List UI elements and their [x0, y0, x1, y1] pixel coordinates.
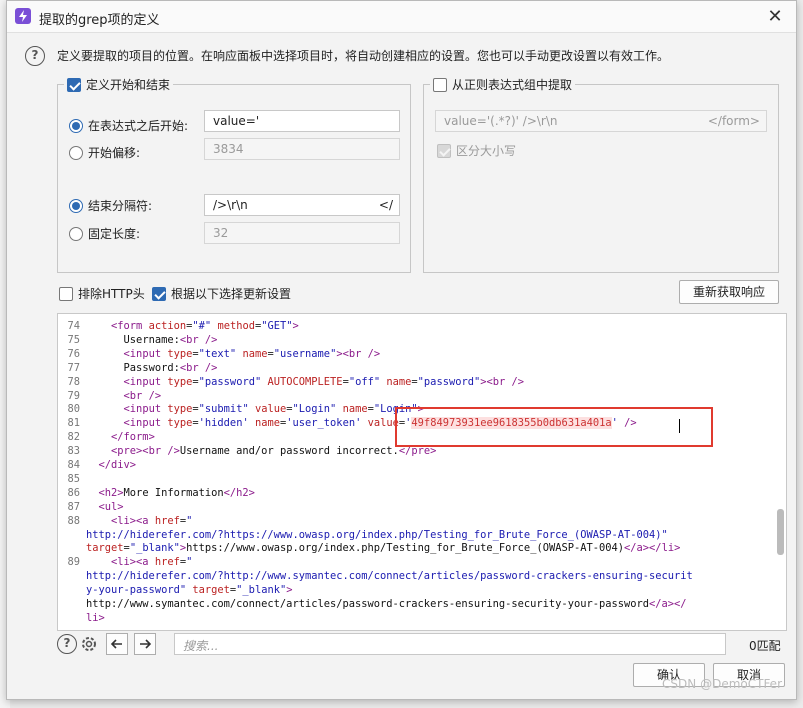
code-text: <form action="#" method="GET">	[111, 320, 299, 332]
code-text: <h2>More Information</h2>	[98, 486, 255, 499]
start-offset-input[interactable]: 3834	[204, 138, 400, 160]
code-text: <li><a href="	[111, 556, 193, 569]
after-expr-label: 在表达式之后开始:	[88, 119, 189, 133]
update-config-row[interactable]: 根据以下选择更新设置	[152, 285, 291, 302]
code-text: <input type="text" name="username"><br /…	[123, 347, 381, 360]
grep-extract-dialog: 提取的grep项的定义 ✕ ? 定义要提取的项目的位置。在响应面板中选择项目时，…	[6, 0, 797, 700]
code-text: <pre><br />Username and/or password inco…	[111, 445, 437, 458]
end-delim-value-overflow: </	[378, 198, 393, 212]
line-number: 74	[67, 320, 80, 332]
code-text: http://hiderefer.com/?http://www.symante…	[86, 570, 693, 583]
regex-group-header[interactable]: 从正则表达式组中提取	[430, 76, 576, 93]
end-delim-input[interactable]: />\r\n </	[204, 194, 400, 216]
code-text: <input type="password" AUTOCOMPLETE="off…	[123, 375, 525, 388]
regex-label: 从正则表达式组中提取	[452, 78, 573, 92]
help-icon[interactable]: ?	[25, 46, 45, 66]
end-delim-label: 结束分隔符:	[88, 199, 153, 213]
regex-value: value='(.*?)' />\r\n	[444, 114, 558, 128]
update-config-checkbox[interactable]	[152, 286, 166, 301]
after-expr-input[interactable]: value='	[204, 110, 400, 132]
prev-match-button[interactable]	[106, 633, 128, 655]
start-offset-radio[interactable]	[69, 145, 83, 160]
regex-checkbox[interactable]	[433, 77, 447, 92]
app-icon	[15, 8, 31, 24]
description-text: 定义要提取的项目的位置。在响应面板中选择项目时，将自动创建相应的设置。您也可以手…	[57, 49, 670, 63]
line-number: 83	[67, 445, 80, 458]
line-number: 79	[67, 389, 80, 402]
next-match-button[interactable]	[134, 633, 156, 655]
line-number: 75	[67, 333, 80, 346]
line-number: 85	[67, 472, 80, 485]
after-expr-radio[interactable]	[69, 118, 83, 133]
code-text: http://www.symantec.com/connect/articles…	[86, 598, 687, 610]
code-text: http://hiderefer.com/?https://www.owasp.…	[86, 528, 668, 541]
code-text: </form>	[111, 431, 155, 444]
line-number: 77	[67, 361, 80, 374]
exclude-http-checkbox[interactable]	[59, 286, 73, 301]
code-scrollbar[interactable]	[777, 509, 784, 555]
case-sensitive-row[interactable]: 区分大小写	[437, 142, 516, 159]
code-text: target="_blank">https://www.owasp.org/in…	[86, 542, 681, 555]
highlight-annotation-box	[395, 407, 713, 447]
start-end-group-header[interactable]: 定义开始和结束	[64, 76, 174, 93]
update-config-label: 根据以下选择更新设置	[171, 287, 292, 301]
exclude-http-row[interactable]: 排除HTTP头	[59, 285, 145, 302]
response-code-panel[interactable]: 74 <form action="#" method="GET"> 75 User…	[57, 313, 787, 631]
end-delim-value: />\r\n	[213, 198, 248, 212]
line-number: 84	[67, 459, 80, 471]
code-text: y-your-password" target="_blank">	[86, 584, 293, 597]
line-number: 76	[67, 347, 80, 360]
code-text: </div>	[98, 459, 137, 471]
window-title: 提取的grep项的定义	[39, 13, 160, 28]
search-help-icon[interactable]: ?	[57, 634, 77, 654]
fixed-length-radio[interactable]	[69, 226, 83, 241]
start-offset-label: 开始偏移:	[88, 146, 141, 160]
end-delim-radio[interactable]	[69, 198, 83, 213]
code-text: <ul>	[98, 500, 124, 513]
text-caret	[679, 419, 680, 433]
line-number: 86	[67, 486, 80, 499]
start-end-checkbox[interactable]	[67, 77, 81, 92]
start-offset-radio-row[interactable]: 开始偏移:	[69, 144, 140, 161]
exclude-http-label: 排除HTTP头	[78, 287, 145, 301]
line-number: 82	[67, 431, 80, 444]
code-text: Username:<br />	[123, 333, 218, 346]
settings-gear-icon[interactable]	[79, 634, 99, 654]
fixed-length-label: 固定长度:	[88, 227, 141, 241]
case-sensitive-label: 区分大小写	[456, 144, 517, 158]
after-expr-radio-row[interactable]: 在表达式之后开始:	[69, 117, 188, 134]
refetch-response-button[interactable]: 重新获取响应	[679, 280, 779, 304]
line-number: 88	[67, 514, 80, 527]
regex-input[interactable]: value='(.*?)' />\r\n </form>	[435, 110, 767, 132]
start-end-label: 定义开始和结束	[86, 78, 171, 92]
end-delim-radio-row[interactable]: 结束分隔符:	[69, 197, 152, 214]
code-text: <input type="submit" value="Login" name=…	[123, 403, 424, 416]
code-text: <li><a href="	[111, 514, 193, 527]
title-bar: 提取的grep项的定义 ✕	[7, 1, 796, 33]
code-text: li>	[86, 611, 105, 624]
line-number: 87	[67, 500, 80, 513]
regex-value-overflow: </form>	[707, 114, 760, 128]
line-number: 78	[67, 375, 80, 388]
search-input[interactable]: 搜索...	[174, 633, 726, 655]
fixed-length-radio-row[interactable]: 固定长度:	[69, 225, 140, 242]
line-number: 81	[67, 417, 80, 430]
fixed-length-input[interactable]: 32	[204, 222, 400, 244]
line-number: 89	[67, 556, 80, 569]
match-count: 0匹配	[749, 639, 781, 653]
code-text: Password:<br />	[123, 361, 218, 374]
close-button[interactable]: ✕	[764, 6, 786, 28]
case-sensitive-checkbox[interactable]	[437, 143, 451, 158]
code-text: <br />	[123, 389, 162, 402]
line-number: 80	[67, 403, 80, 416]
watermark-text: CSDN @DemoCTFer	[662, 677, 782, 691]
